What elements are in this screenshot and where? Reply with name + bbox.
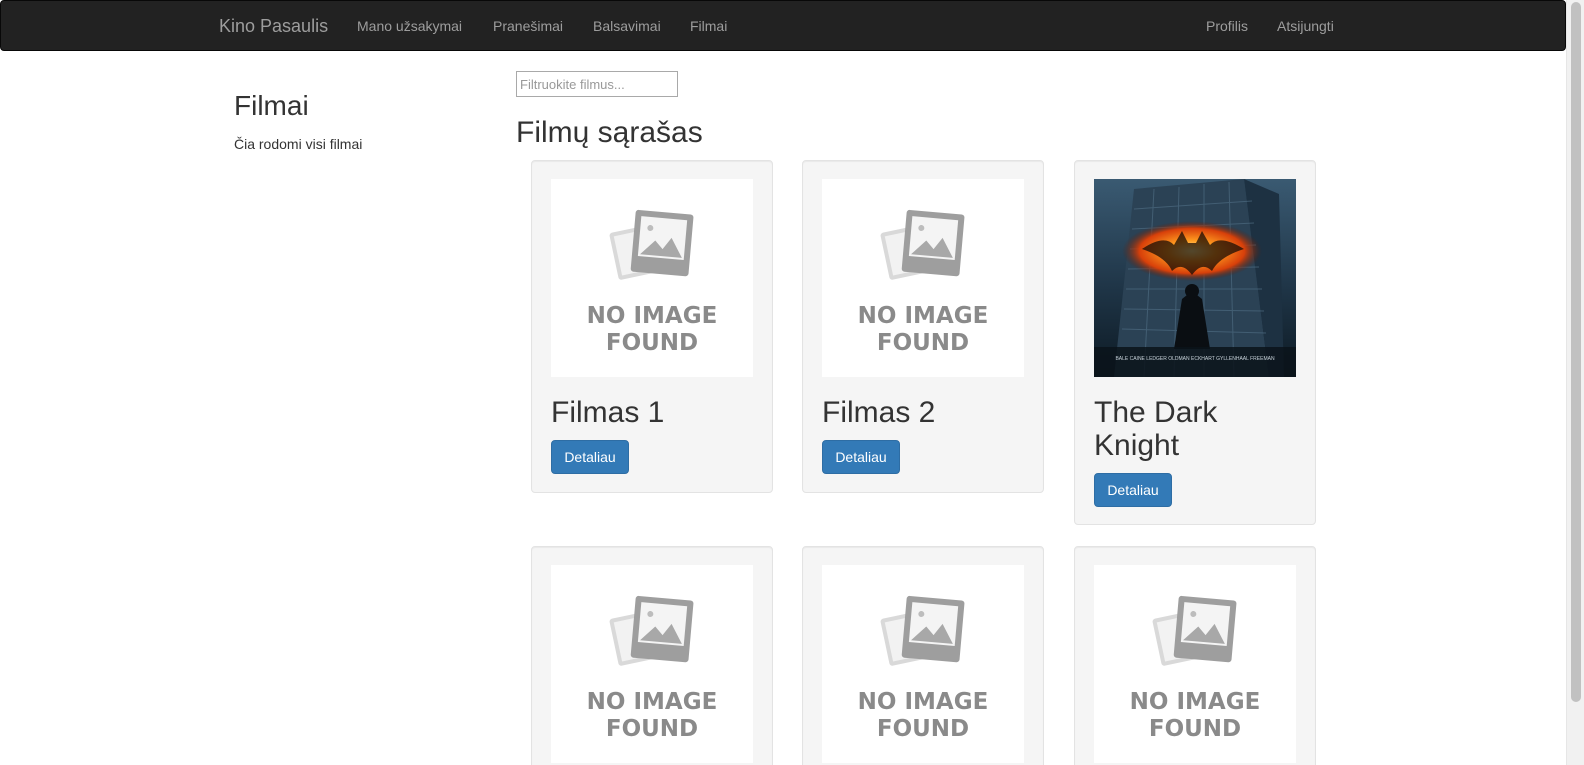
no-image-placeholder: NO IMAGE FOUND	[822, 179, 1024, 377]
no-image-placeholder: NO IMAGE FOUND	[551, 179, 753, 377]
no-image-line2: FOUND	[1149, 716, 1241, 742]
movie-list-title: Filmų sąrašas	[516, 116, 703, 149]
nav-link-movies[interactable]: Filmai	[690, 18, 727, 34]
nav-link-logout[interactable]: Atsijungti	[1277, 18, 1334, 34]
no-image-line1: NO IMAGE	[587, 303, 718, 329]
scrollbar-thumb[interactable]	[1571, 2, 1581, 702]
no-image-line2: FOUND	[877, 330, 969, 356]
picture-icon: NO IMAGE FOUND	[587, 595, 718, 742]
movie-card: NO IMAGE FOUND	[1074, 546, 1316, 765]
no-image-line2: FOUND	[606, 716, 698, 742]
movie-poster: BALE CAINE LEDGER OLDMAN ECKHART GYLLENH…	[1094, 179, 1296, 377]
movie-title: The Dark Knight	[1094, 396, 1218, 462]
nav-link-messages[interactable]: Pranešimai	[493, 18, 563, 34]
movie-title: Filmas 2	[822, 396, 936, 429]
no-image-line2: FOUND	[877, 716, 969, 742]
details-button[interactable]: Detaliau	[551, 440, 629, 474]
no-image-line1: NO IMAGE	[858, 689, 989, 715]
no-image-placeholder: NO IMAGE FOUND	[1094, 565, 1296, 763]
movie-card: NO IMAGE FOUND Filmas 2 Detaliau	[802, 160, 1044, 493]
no-image-line1: NO IMAGE	[1130, 689, 1261, 715]
no-image-line1: NO IMAGE	[858, 303, 989, 329]
page-scrollbar[interactable]	[1566, 0, 1584, 765]
no-image-line1: NO IMAGE	[587, 689, 718, 715]
no-image-placeholder: NO IMAGE FOUND	[551, 565, 753, 763]
nav-link-profile[interactable]: Profilis	[1206, 18, 1248, 34]
nav-link-votes[interactable]: Balsavimai	[593, 18, 661, 34]
nav-link-orders[interactable]: Mano užsakymai	[357, 18, 462, 34]
movie-card: NO IMAGE FOUND	[802, 546, 1044, 765]
movie-card: NO IMAGE FOUND Filmas 1 Detaliau	[531, 160, 773, 493]
picture-icon: NO IMAGE FOUND	[858, 209, 989, 356]
picture-icon: NO IMAGE FOUND	[1130, 595, 1261, 742]
dark-knight-poster-image: BALE CAINE LEDGER OLDMAN ECKHART GYLLENH…	[1094, 179, 1296, 377]
no-image-placeholder: NO IMAGE FOUND	[822, 565, 1024, 763]
movie-card: BALE CAINE LEDGER OLDMAN ECKHART GYLLENH…	[1074, 160, 1316, 525]
sidebar-description: Čia rodomi visi filmai	[234, 136, 363, 152]
top-navbar: Kino Pasaulis Mano užsakymai Pranešimai …	[0, 0, 1566, 51]
movie-filter-input[interactable]	[516, 71, 678, 97]
movie-card: NO IMAGE FOUND	[531, 546, 773, 765]
details-button[interactable]: Detaliau	[822, 440, 900, 474]
sidebar-title: Filmai	[234, 90, 309, 121]
poster-credits: BALE CAINE LEDGER OLDMAN ECKHART GYLLENH…	[1115, 356, 1275, 362]
picture-icon: NO IMAGE FOUND	[587, 209, 718, 356]
brand-link[interactable]: Kino Pasaulis	[219, 16, 328, 37]
picture-icon: NO IMAGE FOUND	[858, 595, 989, 742]
no-image-line2: FOUND	[606, 330, 698, 356]
movie-title: Filmas 1	[551, 396, 665, 429]
details-button[interactable]: Detaliau	[1094, 473, 1172, 507]
